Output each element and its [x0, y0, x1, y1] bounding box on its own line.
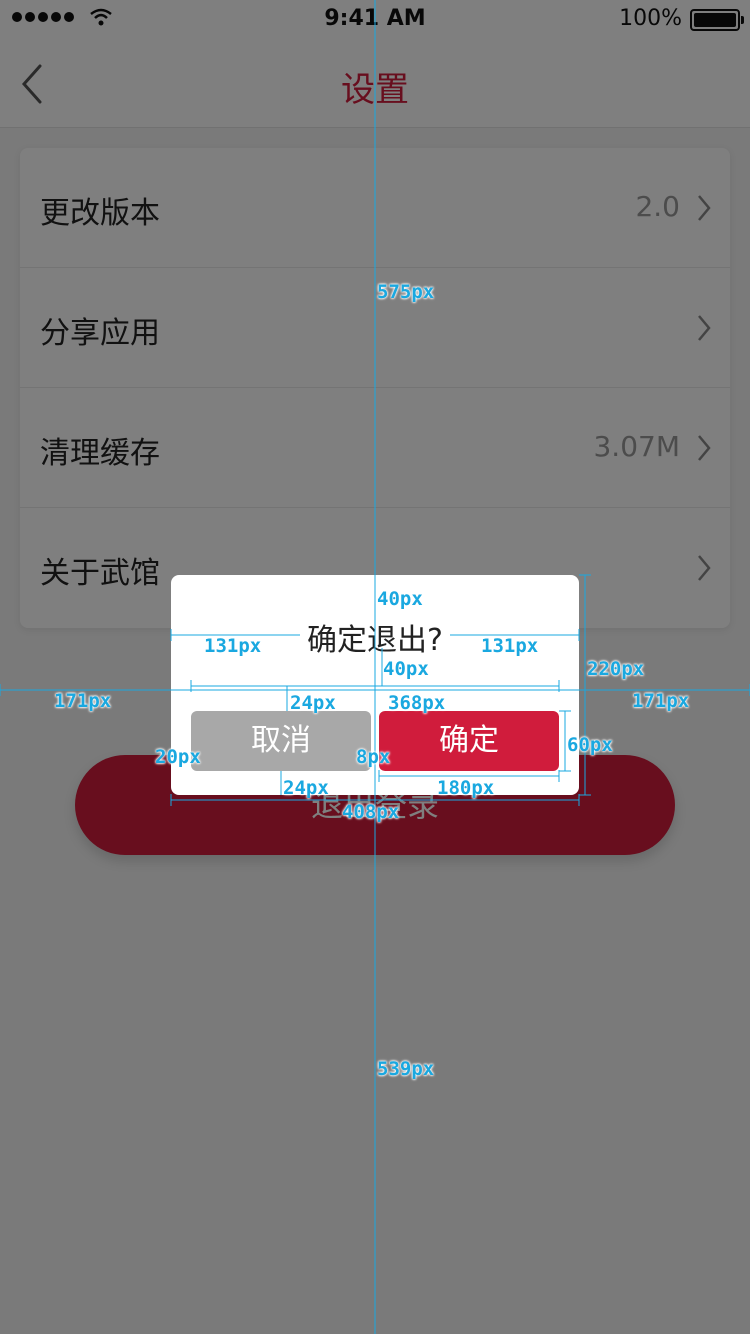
measurement-label: 60px	[567, 734, 613, 756]
measurement-label: 131px	[481, 635, 539, 657]
measurement-label: 20px	[155, 746, 201, 768]
measurement-label: 40px	[383, 658, 429, 680]
measurement-label: 575px	[377, 281, 435, 303]
measurement-label: 368px	[388, 692, 446, 714]
measurement-label: 539px	[377, 1058, 435, 1080]
measurement-label: 171px	[54, 690, 112, 712]
measurement-label: 24px	[290, 692, 336, 714]
measurement-label: 408px	[342, 801, 400, 823]
measurement-label: 171px	[632, 690, 690, 712]
measurement-label: 24px	[283, 777, 329, 799]
cancel-button[interactable]: 取消	[191, 711, 371, 771]
measurement-label: 180px	[437, 777, 495, 799]
confirm-button[interactable]: 确定	[379, 711, 559, 771]
measurement-label: 40px	[377, 588, 423, 610]
measurement-label: 131px	[204, 635, 262, 657]
measurement-label: 220px	[587, 658, 645, 680]
measurement-label: 8px	[356, 746, 391, 768]
